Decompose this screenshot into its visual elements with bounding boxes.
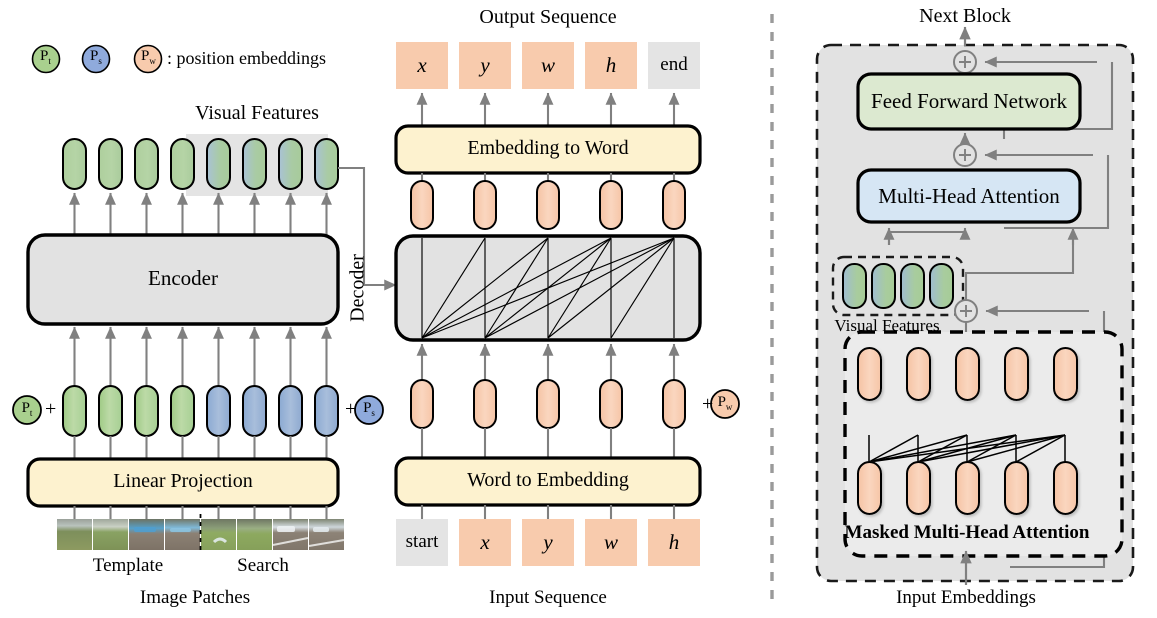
- ffn-label: Feed Forward Network: [871, 89, 1067, 113]
- pt-label: Pt: [21, 400, 33, 418]
- patch-embedding-capsules: [62, 385, 339, 437]
- mha-label: Multi-Head Attention: [878, 184, 1060, 208]
- legend-pt-symbol: Pt: [40, 48, 51, 66]
- output-token-4: end: [660, 54, 688, 75]
- add-node-mha: [953, 143, 977, 167]
- add-node-ffn: [953, 50, 977, 74]
- decoder-output-capsules: [410, 180, 686, 230]
- search-label: Search: [237, 555, 289, 576]
- figure-root: Pt Ps Pw : position embeddings Visual Fe…: [0, 0, 1157, 618]
- legend-ps-symbol: Ps: [90, 48, 102, 66]
- linear-projection-label: Linear Projection: [113, 470, 253, 492]
- output-token-1: y: [480, 53, 490, 77]
- decoder-input-capsules: [410, 379, 686, 429]
- output-token-0: x: [417, 53, 427, 77]
- legend-pw-symbol: Pw: [141, 48, 156, 66]
- output-sequence-label: Output Sequence: [479, 6, 617, 28]
- block-visual-features-label: Visual Features: [834, 316, 940, 335]
- input-token-4: h: [668, 530, 680, 554]
- visual-features-label: Visual Features: [195, 102, 319, 124]
- input-token-0: start: [405, 531, 439, 552]
- output-token-3: h: [605, 53, 617, 77]
- encoder-label: Encoder: [148, 266, 218, 290]
- plus-right: +: [345, 398, 357, 420]
- input-token-3: w: [603, 530, 619, 554]
- template-label: Template: [92, 555, 164, 576]
- next-block-label: Next Block: [919, 5, 1011, 27]
- embedding-to-word-label: Embedding to Word: [467, 137, 629, 159]
- pw-label: Pw: [717, 394, 733, 412]
- masked-mha-label: Masked Multi-Head Attention: [844, 522, 1090, 543]
- input-sequence-label: Input Sequence: [489, 587, 607, 608]
- input-embeddings-label: Input Embeddings: [896, 587, 1036, 608]
- plus-left: +: [45, 398, 57, 420]
- input-token-1: x: [480, 530, 490, 554]
- legend-caption: : position embeddings: [167, 48, 326, 68]
- input-token-2: y: [543, 530, 553, 554]
- decoder-label: Decoder: [346, 254, 369, 322]
- image-patches-label: Image Patches: [139, 587, 251, 608]
- add-node-masked: [954, 299, 978, 323]
- plus-pw: +: [702, 393, 714, 415]
- ps-label: Ps: [363, 400, 375, 418]
- word-to-embedding-label: Word to Embedding: [467, 469, 629, 491]
- output-token-2: w: [540, 53, 556, 77]
